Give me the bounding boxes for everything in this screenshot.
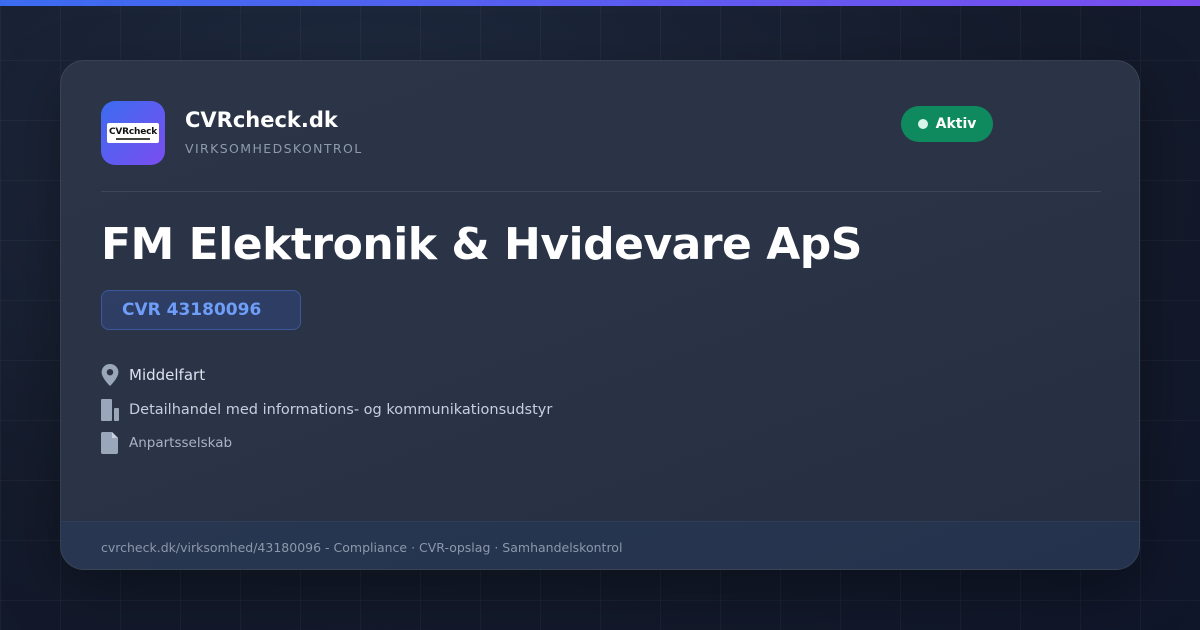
brand-logo-plate: CVRcheck	[107, 123, 159, 143]
brand-tagline: VIRKSOMHEDSKONTROL	[185, 141, 363, 156]
header-divider	[101, 191, 1101, 192]
card-footer: cvrcheck.dk/virksomhed/43180096 - Compli…	[61, 521, 1139, 569]
brand-logo: CVRcheck	[101, 101, 165, 165]
info-row-type: Anpartsselskab	[101, 432, 232, 454]
footer-text: cvrcheck.dk/virksomhed/43180096 - Compli…	[101, 540, 623, 555]
company-city: Middelfart	[129, 366, 206, 384]
document-icon	[101, 432, 118, 454]
brand-logo-underline	[116, 137, 150, 140]
location-pin-icon	[101, 364, 119, 386]
cvr-number: CVR 43180096	[122, 300, 262, 320]
building-icon	[101, 399, 119, 421]
brand-logo-text: CVRcheck	[108, 126, 158, 137]
company-industry: Detailhandel med informations- og kommun…	[129, 402, 553, 418]
status-dot-icon	[917, 119, 928, 129]
company-name: FM Elektronik & Hvidevare ApS	[101, 219, 862, 270]
company-type: Anpartsselskab	[129, 435, 233, 451]
status-badge: Aktiv	[901, 106, 993, 142]
info-row-city: Middelfart	[101, 364, 205, 386]
top-accent-bar	[0, 0, 1200, 6]
info-row-industry: Detailhandel med informations- og kommun…	[101, 399, 552, 421]
cvr-badge: CVR 43180096	[101, 290, 301, 330]
brand-name: CVRcheck.dk	[185, 108, 338, 132]
company-card: CVRcheck CVRcheck.dk VIRKSOMHEDSKONTROL …	[60, 60, 1140, 570]
status-label: Aktiv	[935, 116, 977, 132]
